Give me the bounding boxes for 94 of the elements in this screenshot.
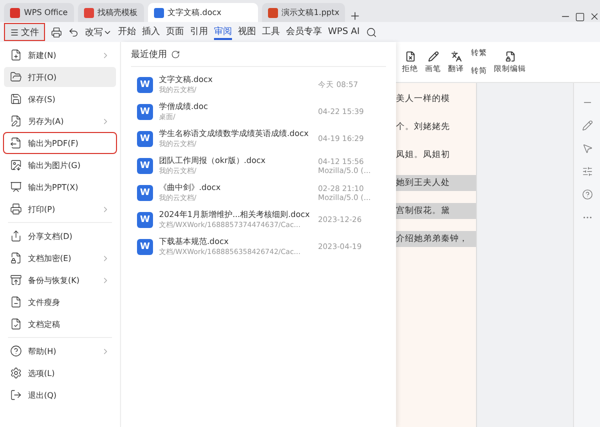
document-text: 介绍她弟弟秦钟，: [396, 231, 476, 247]
section-title: 最近使用: [131, 48, 167, 61]
menu-item-icon: [10, 115, 22, 127]
menu-item-icon: [10, 389, 22, 401]
chevron-icon: [101, 50, 110, 60]
document-x-icon: [404, 50, 416, 62]
ribbon-tab[interactable]: 页面: [166, 24, 184, 40]
ribbon-tab[interactable]: 审阅: [214, 24, 232, 40]
sliders-icon[interactable]: [582, 166, 592, 177]
file-menu-item[interactable]: 输出为PDF(F): [4, 133, 116, 153]
app-icon: [154, 8, 164, 18]
ribbon-tab[interactable]: 会员专享: [286, 24, 322, 40]
file-menu-item[interactable]: 分享文档(D): [4, 226, 116, 246]
translate-icon: [450, 50, 462, 62]
maximize-icon[interactable]: [575, 12, 585, 22]
print-icon[interactable]: [51, 26, 62, 38]
menu-item-icon: [10, 93, 22, 105]
document-icon: W: [137, 212, 153, 228]
menu-item-icon: [10, 230, 22, 242]
document-lock-icon: [504, 50, 516, 62]
file-name: 学僧成绩.doc: [159, 101, 209, 112]
menu-item-icon: [10, 345, 22, 357]
menu-item-icon: [10, 203, 22, 215]
ribbon-tab[interactable]: 开始: [118, 24, 136, 40]
chevron-icon: [101, 276, 110, 284]
document-text: 她到王夫人处: [396, 175, 476, 191]
file-name: 文字文稿.docx: [159, 74, 214, 85]
ribbon-tab[interactable]: 视图: [238, 24, 256, 40]
pointer-icon[interactable]: [582, 143, 592, 154]
edit-mode-dropdown[interactable]: 改写: [85, 26, 112, 38]
menu-item-icon: [10, 296, 22, 308]
ribbon-tab[interactable]: 插入: [142, 24, 160, 40]
file-menu-item[interactable]: 文档加密(E): [4, 248, 116, 268]
document-tab[interactable]: 找稿壳模板: [78, 3, 144, 22]
file-menu-item[interactable]: 打开(O): [4, 67, 116, 87]
document-text: 个。刘姥姥先: [396, 120, 451, 134]
refresh-icon[interactable]: [171, 50, 180, 59]
new-tab-icon[interactable]: [349, 10, 362, 22]
chevron-icon: [101, 204, 110, 214]
file-menu-item[interactable]: 保存(S): [4, 89, 116, 109]
document-tab[interactable]: WPS Office: [4, 3, 74, 22]
file-menu-item[interactable]: 备份与恢复(K): [4, 270, 116, 290]
chevron-icon: [101, 116, 110, 126]
help-icon[interactable]: [582, 189, 592, 200]
document-icon: W: [137, 238, 153, 254]
file-menu-item[interactable]: 帮助(H): [4, 341, 116, 361]
document-icon: W: [137, 184, 153, 200]
file-name: 学生名称语文成绩数学成绩英语成绩.docx: [159, 128, 310, 139]
pen-icon: [428, 50, 438, 62]
file-menu-item[interactable]: 文档定稿: [4, 314, 116, 334]
menu-item-icon: [10, 318, 22, 330]
document-icon: W: [137, 130, 153, 146]
menu-item-icon: [10, 367, 22, 379]
app-icon: [10, 8, 20, 18]
file-menu-item[interactable]: 退出(Q): [4, 385, 116, 405]
file-name: 2024年1月新增维护...相关考核细则.docx: [159, 209, 311, 220]
menu-icon: [10, 28, 19, 36]
ai-button[interactable]: WPS AI: [328, 27, 360, 37]
file-name: 团队工作周报（okr版）.docx: [159, 155, 266, 166]
chevron-icon: [101, 346, 110, 356]
document-tab[interactable]: 演示文稿1.pptx: [262, 3, 346, 22]
document-icon: W: [137, 104, 153, 120]
ribbon-tab[interactable]: 工具: [262, 24, 280, 40]
document-icon: W: [137, 76, 153, 92]
menu-item-icon: [10, 71, 22, 83]
file-menu-button[interactable]: 文件: [4, 23, 45, 41]
close-icon[interactable]: [589, 11, 600, 22]
app-icon: [268, 8, 278, 18]
document-text: 凤姐。凤姐初: [396, 149, 451, 162]
menu-item-icon: [10, 159, 22, 171]
menu-item-icon: [10, 252, 22, 264]
file-menu-item[interactable]: 新建(N): [4, 45, 116, 65]
file-name: 下载基本规范.docx: [159, 236, 230, 247]
undo-icon[interactable]: [68, 26, 79, 38]
pen-icon[interactable]: [582, 120, 592, 131]
file-menu-item[interactable]: 文件瘦身: [4, 292, 116, 312]
file-menu-item[interactable]: 选项(L): [4, 363, 116, 383]
file-menu-item[interactable]: 输出为PPT(X): [4, 177, 116, 197]
file-menu-item[interactable]: 输出为图片(G): [4, 155, 116, 175]
search-icon[interactable]: [366, 26, 377, 38]
menu-item-icon: [10, 181, 22, 193]
file-menu-item[interactable]: 另存为(A): [4, 111, 116, 131]
menu-item-icon: [10, 274, 22, 286]
document-icon: W: [137, 158, 153, 174]
file-name: 《曲中剑》.docx: [159, 182, 222, 193]
menu-item-icon: [10, 49, 22, 61]
document-text: 宫制假花。黛: [396, 203, 476, 219]
file-menu-item[interactable]: 打印(P): [4, 199, 116, 219]
chevron-icon: [101, 254, 110, 262]
document-tab[interactable]: 文字文稿.docx: [148, 3, 258, 22]
app-icon: [84, 8, 94, 18]
ribbon-tab[interactable]: 引用: [190, 24, 208, 40]
menu-item-icon: [10, 137, 22, 149]
document-text: 美人一样的模: [396, 92, 451, 106]
